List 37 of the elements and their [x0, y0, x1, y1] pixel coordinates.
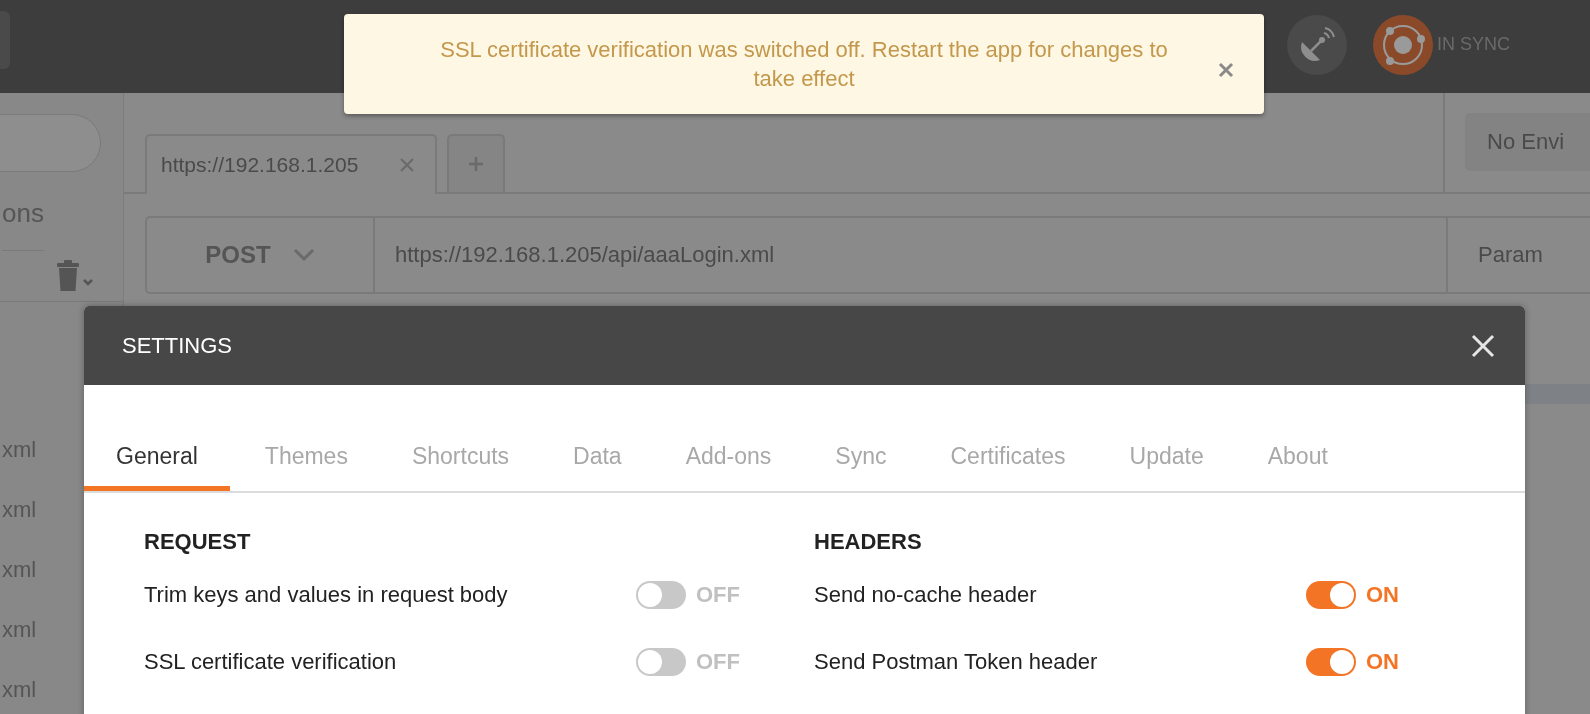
setting-label: Trim keys and values in request body [144, 581, 508, 608]
section-heading: REQUEST [144, 529, 252, 555]
close-icon[interactable] [1218, 62, 1234, 78]
notification-message: SSL certificate verification was switched off. Restart the app for changes to take effect [439, 36, 1169, 93]
toggle-switch[interactable] [636, 580, 686, 609]
settings-tab[interactable]: Data [544, 425, 651, 491]
toggle-state: OFF [696, 648, 740, 675]
settings-tab[interactable]: Add-ons [656, 425, 801, 491]
toggle-switch[interactable] [1306, 647, 1356, 676]
environment-dropdown[interactable]: No Envi [1465, 113, 1590, 171]
sync-icon[interactable] [1373, 14, 1433, 75]
toggle-state: ON [1366, 581, 1399, 608]
settings-tab[interactable]: Certificates [921, 425, 1095, 491]
tab-title: https://192.168.1.205 [161, 153, 359, 177]
satellite-dish-icon[interactable] [1287, 14, 1347, 75]
settings-tab[interactable]: Update [1100, 425, 1233, 491]
plus-icon [469, 157, 483, 171]
settings-tab[interactable]: General [84, 425, 230, 491]
toggle-state: ON [1366, 648, 1399, 675]
trash-icon[interactable] [55, 260, 95, 292]
setting-label: Send no-cache header [814, 581, 1037, 608]
settings-tab[interactable]: Themes [235, 425, 377, 491]
dialog-title: SETTINGS [122, 332, 232, 359]
toggle-switch[interactable] [1306, 580, 1356, 609]
params-button[interactable]: Param [1448, 218, 1590, 292]
toggle-state: OFF [696, 581, 740, 608]
settings-tab[interactable]: Sync [806, 425, 916, 491]
setting-label: Send Postman Token header [814, 648, 1098, 675]
chevron-down-icon [292, 248, 315, 262]
setting-label: SSL certificate verification [144, 648, 397, 675]
settings-tab[interactable]: About [1238, 425, 1357, 491]
settings-tab[interactable]: Shortcuts [382, 425, 539, 491]
section-heading: HEADERS [814, 529, 923, 555]
new-tab-button[interactable] [447, 134, 505, 192]
url-field[interactable]: https://192.168.1.205/api/aaaLogin.xml [375, 218, 1448, 292]
request-tab[interactable]: https://192.168.1.205 [145, 134, 437, 194]
toggle-switch[interactable] [636, 647, 686, 676]
